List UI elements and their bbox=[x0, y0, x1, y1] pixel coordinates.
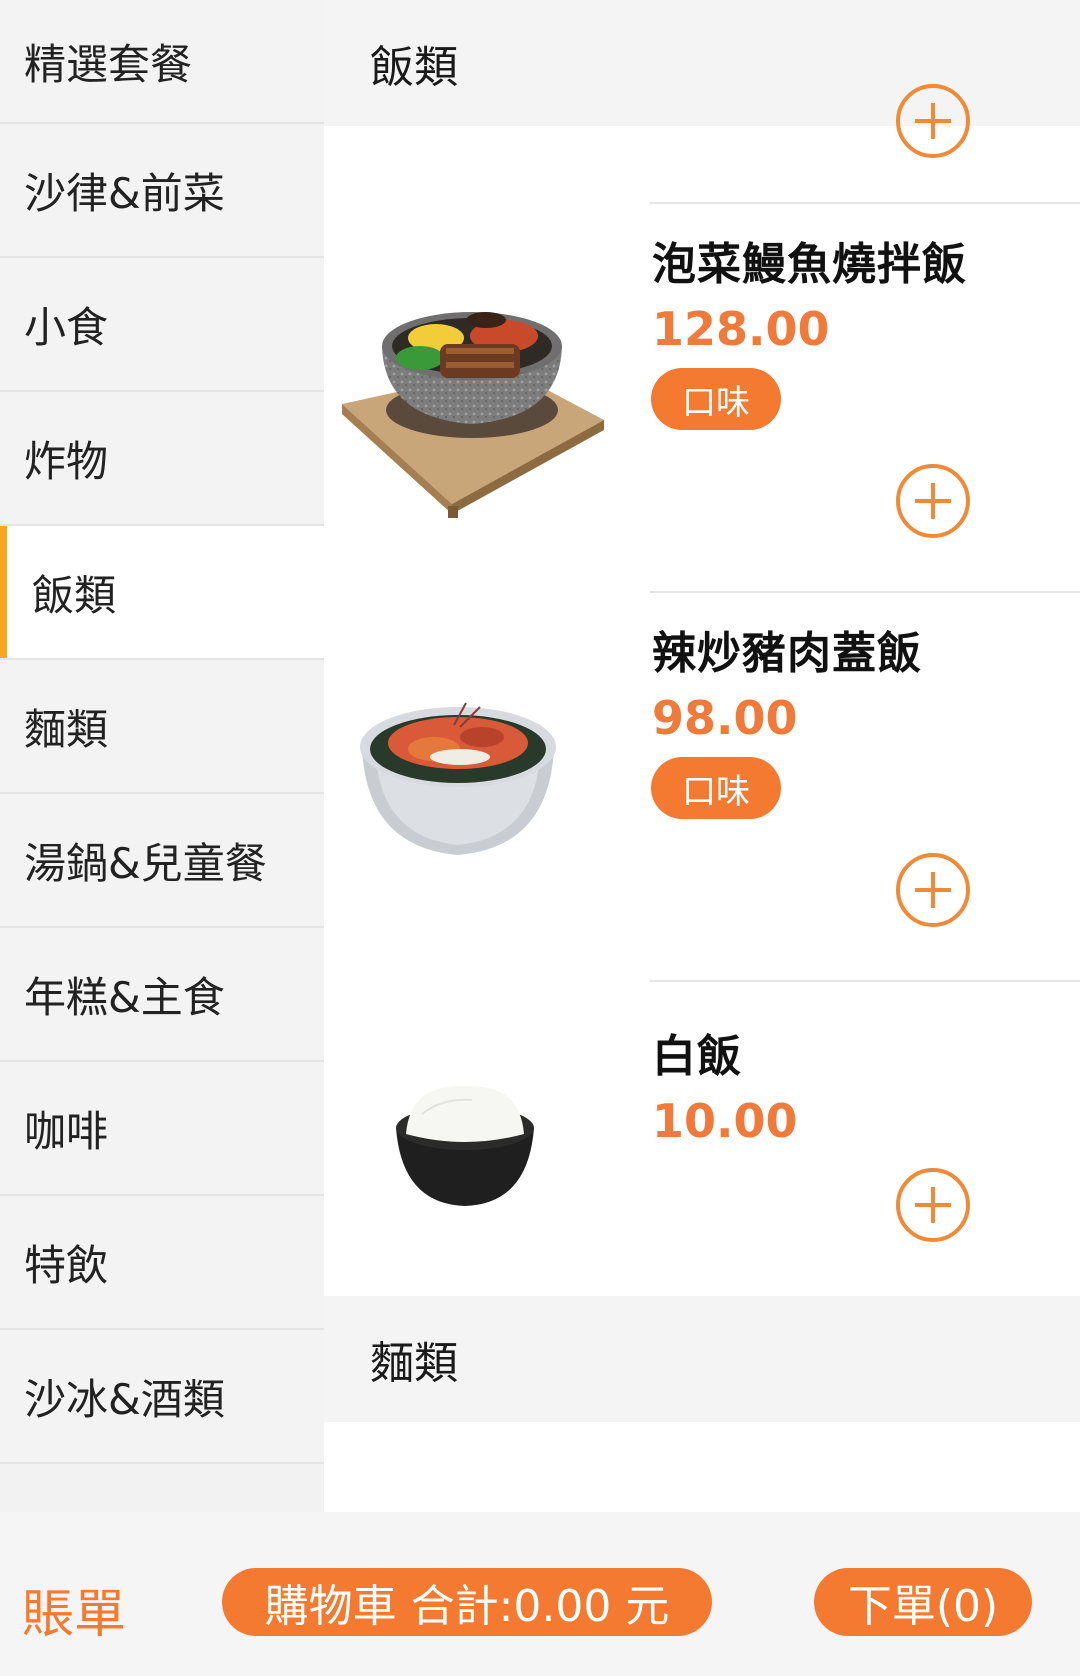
spicy-pork-rice-bowl-image bbox=[360, 702, 556, 855]
category-item-soup-kids[interactable]: 湯鍋&兒童餐 bbox=[0, 794, 324, 928]
category-item-special-drinks[interactable]: 特飲 bbox=[0, 1196, 324, 1330]
category-item-noodles[interactable]: 麵類 bbox=[0, 660, 324, 794]
category-label: 炸物 bbox=[24, 436, 109, 486]
flavor-button[interactable]: 口味 bbox=[651, 757, 781, 819]
category-label: 湯鍋&兒童餐 bbox=[24, 838, 267, 888]
add-circle-icon[interactable] bbox=[896, 464, 970, 538]
place-order-button[interactable]: 下單(0) bbox=[814, 1568, 1032, 1636]
item-name: 辣炒豬肉蓋飯 bbox=[652, 628, 922, 679]
add-circle-icon[interactable] bbox=[896, 1168, 970, 1242]
category-label: 麵類 bbox=[24, 704, 109, 754]
app-root: 精選套餐 沙律&前菜 小食 炸物 飯類 麵類 湯鍋&兒童餐 年糕&主食 咖啡 特… bbox=[0, 0, 1080, 1676]
category-item-rice-cake[interactable]: 年糕&主食 bbox=[0, 928, 324, 1062]
item-price: 128.00 bbox=[652, 302, 830, 356]
category-item-smoothie-alcohol[interactable]: 沙冰&酒類 bbox=[0, 1330, 324, 1464]
section-title: 麵類 bbox=[370, 1338, 458, 1389]
white-rice-bowl-image bbox=[396, 1085, 534, 1206]
category-label: 沙冰&酒類 bbox=[24, 1374, 225, 1424]
category-item-coffee[interactable]: 咖啡 bbox=[0, 1062, 324, 1196]
category-item-set-meals[interactable]: 精選套餐 bbox=[0, 0, 324, 124]
item-price: 10.00 bbox=[652, 1094, 798, 1148]
bottom-bar: 賬單 購物車 合計:0.00 元 下單(0) bbox=[0, 1512, 1080, 1676]
menu-item: 泡菜鰻魚燒拌飯 128.00 口味 bbox=[324, 202, 1080, 618]
cart-button[interactable]: 購物車 合計:0.00 元 bbox=[222, 1568, 712, 1636]
category-label: 沙律&前菜 bbox=[24, 168, 225, 218]
divider bbox=[650, 591, 1080, 593]
section-header-overlay bbox=[324, 0, 1080, 126]
divider bbox=[650, 980, 1080, 982]
add-circle-icon[interactable] bbox=[896, 853, 970, 927]
menu-item: 白飯 10.00 bbox=[324, 980, 1080, 1300]
bill-button[interactable]: 賬單 bbox=[22, 1572, 126, 1647]
category-label: 特飲 bbox=[24, 1240, 109, 1290]
menu-list[interactable]: 飯類 泡菜鰻魚燒拌飯 128.00 口味 辣炒豬肉蓋飯 98.00 口味 白飯 … bbox=[324, 0, 1080, 1512]
section-header-noodles: 麵類 bbox=[324, 1296, 1080, 1422]
menu-item: 辣炒豬肉蓋飯 98.00 口味 bbox=[324, 591, 1080, 981]
category-label: 精選套餐 bbox=[24, 39, 193, 89]
category-item-snacks[interactable]: 小食 bbox=[0, 258, 324, 392]
category-item-salad[interactable]: 沙律&前菜 bbox=[0, 124, 324, 258]
category-label: 咖啡 bbox=[24, 1106, 109, 1156]
item-name: 白飯 bbox=[652, 1031, 742, 1082]
flavor-button[interactable]: 口味 bbox=[651, 368, 781, 430]
item-price: 98.00 bbox=[652, 691, 798, 745]
category-item-fried[interactable]: 炸物 bbox=[0, 392, 324, 526]
category-label: 年糕&主食 bbox=[24, 972, 225, 1022]
category-label: 小食 bbox=[24, 302, 109, 352]
category-sidebar: 精選套餐 沙律&前菜 小食 炸物 飯類 麵類 湯鍋&兒童餐 年糕&主食 咖啡 特… bbox=[0, 0, 324, 1512]
stone-bowl-bibimbap-image bbox=[342, 312, 604, 518]
item-name: 泡菜鰻魚燒拌飯 bbox=[652, 239, 967, 290]
category-label: 飯類 bbox=[32, 570, 117, 620]
category-item-rice[interactable]: 飯類 bbox=[0, 526, 324, 660]
divider bbox=[650, 202, 1080, 204]
